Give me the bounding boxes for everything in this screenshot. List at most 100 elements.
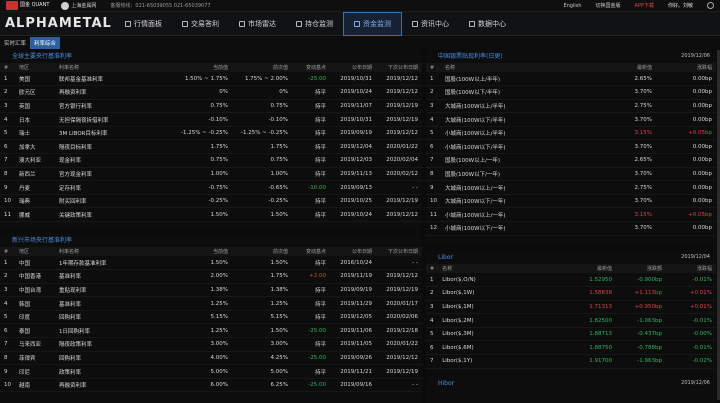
libor-panel: Libor 2019/12/04 # 名称 最新值 涨跌额 涨跌幅 1 Libor($,O/… — [426, 251, 716, 373]
table-cell: -25.00 — [292, 378, 330, 393]
table-row[interactable]: 2 国股(100W以下/半年) 3.70% 0.00bp — [426, 85, 716, 100]
table-cell: 持平 — [292, 85, 330, 100]
table-row[interactable]: 11 挪威 关键政策利率 1.50% 1.50% 持平 2019/10/24 2019/12/… — [0, 207, 422, 223]
table-row[interactable]: 3 中国台湾 重贴现利率 1.38% 1.38% 持平 2019/09/19 2019/12/… — [0, 283, 422, 298]
subtab[interactable]: 实时汇率 — [0, 37, 30, 49]
table-row[interactable]: 9 印尼 政策利率 5.00% 5.00% 持平 2019/11/21 2019/12/19 — [0, 364, 422, 379]
table-row[interactable]: 1 中国 1年期存款基准利率 1.50% 1.50% 持平 2016/10/24- - — [0, 256, 422, 271]
nav-item[interactable]: 数据中心 — [459, 12, 516, 36]
table-row[interactable]: 6 加拿大 隔夜目标利率 1.75% 1.75% 持平 2019/12/04 2020/01/… — [0, 139, 422, 155]
table-row[interactable]: 4 韩国 基准利率 1.25% 1.25% 持平 2019/11/29 2020/01/17 — [0, 296, 422, 311]
table-row[interactable]: 6 小城商(100W以下/半年) 3.70% 0.00bp — [426, 139, 716, 155]
column-header[interactable]: 名称 — [438, 264, 566, 273]
table-row[interactable]: 11 小城商(100W以上/一年) 3.15% +0.05bp — [426, 207, 716, 223]
table-row[interactable]: 5 小城商(100W以上/半年) 3.15% +0.05bp — [426, 126, 716, 141]
nav-item[interactable]: 交易答利 — [172, 12, 229, 36]
table-row[interactable]: 8 新西兰 官方现金利率 1.00% 1.00% 持平 2019/11/13 2020/02/… — [0, 167, 422, 182]
table-row[interactable]: 5 印度 回购利率 5.15% 5.15% 持平 2019/12/05 2020/02/06 — [0, 310, 422, 325]
nav-item[interactable]: 市场雷达 — [229, 12, 286, 36]
table-row[interactable]: 1 美国 联邦基金基准利率 1.50% ~ 1.75% 1.75% ~ 2.00% -25… — [0, 72, 422, 87]
table-cell: 1.25% — [232, 296, 292, 311]
column-header[interactable]: 前次值 — [232, 247, 292, 256]
money-icon — [354, 20, 360, 27]
column-header[interactable]: 涨跌幅 — [656, 63, 716, 72]
column-header[interactable]: 最新值 — [566, 264, 616, 273]
table-row[interactable]: 7 国股(100W以上/一年) 2.65% 0.00bp — [426, 153, 716, 168]
column-header[interactable]: 利率名称 — [55, 247, 172, 256]
table-row[interactable]: 12 小城商(100W以下/一年) 3.70% 0.00bp — [426, 221, 716, 236]
column-header[interactable]: # — [0, 247, 15, 256]
table-row[interactable]: 5 瑞士 3M LIBOR目标利率 -1.25% ~ -0.25% -1.25% ~ -… — [0, 126, 422, 141]
table-cell: 6 — [0, 323, 15, 339]
table-row[interactable]: 3 Libor($,1M) 1.71313 +0.950bp +0.01% — [426, 300, 716, 315]
table-row[interactable]: 5 Libor($,3M) 1.88713 -0.437bp -0.00% — [426, 327, 716, 342]
table-row[interactable]: 2 欧元区 再融资利率 0% 0% 持平 2019/10/24 2019/12/12 — [0, 85, 422, 100]
language-switch[interactable]: English — [563, 3, 581, 9]
table-cell: +0.01% — [666, 300, 716, 315]
table-row[interactable]: 8 国股(100W以下/一年) 3.70% 0.00bp — [426, 167, 716, 182]
table-cell: 11 — [426, 207, 441, 223]
table-row[interactable]: 10 瑞典 附买回利率 -0.25% -0.25% 持平 2019/10/25 2019/12… — [0, 194, 422, 209]
table-cell: 丹麦 — [15, 180, 55, 195]
table-row[interactable]: 4 大城商(100W以下/半年) 3.70% 0.00bp — [426, 112, 716, 127]
subtab[interactable]: 利率综合 — [30, 37, 61, 49]
column-header[interactable]: 最新值 — [606, 63, 656, 72]
table-row[interactable]: 7 澳大利亚 现金利率 0.75% 0.75% 持平 2019/12/03 2020/02/0… — [0, 153, 422, 168]
column-header[interactable]: 涨跌幅 — [666, 264, 716, 273]
column-header[interactable]: 当前值 — [172, 247, 232, 256]
column-header[interactable]: 利率名称 — [55, 63, 172, 72]
table-row[interactable]: 2 Libor($,1W) 1.58838 +1.113bp +0.01% — [426, 286, 716, 301]
app-download-link[interactable]: APP下载 — [635, 2, 654, 9]
table-row[interactable]: 2 中国香港 基准利率 2.00% 1.75% +2.00 2019/11/19 2019/1… — [0, 269, 422, 284]
column-header[interactable]: 下次公布日期 — [376, 247, 422, 256]
column-header[interactable]: # — [0, 63, 15, 72]
hibor-panel: Hibor 2019/12/06 — [426, 377, 716, 403]
column-header[interactable]: # — [426, 63, 441, 72]
column-header[interactable]: 变动基点 — [292, 247, 330, 256]
table-row[interactable]: 9 丹麦 定存利率 -0.75% -0.65% -10.00 2019/09/13- - — [0, 180, 422, 195]
column-header[interactable]: 地区 — [15, 247, 55, 256]
table-row[interactable]: 6 泰国 1日回购利率 1.25% 1.50% -25.00 2019/11/06 2019/… — [0, 323, 422, 339]
guojin-logo[interactable]: 国金 QUANT — [6, 1, 49, 10]
nav-item[interactable]: 资讯中心 — [402, 12, 459, 36]
column-header[interactable]: 公布日期 — [330, 63, 376, 72]
column-header[interactable]: 变动基点 — [292, 63, 330, 72]
table-cell: 2019/12/05 — [330, 310, 376, 325]
table-cell: 持平 — [292, 194, 330, 209]
table-cell: 重贴现利率 — [55, 283, 172, 298]
table-row[interactable]: 9 大城商(100W以上/一年) 2.75% 0.00bp — [426, 180, 716, 195]
table-row[interactable]: 4 日本 无担保隔夜拆借利率 -0.10% -0.10% 持平 2019/10/31 2019… — [0, 112, 422, 127]
table-row[interactable]: 1 Libor($,O/N) 1.52950 -0.900bp -0.01% — [426, 273, 716, 288]
column-header[interactable]: 下次公布日期 — [376, 63, 422, 72]
table-cell: 持平 — [292, 296, 330, 311]
table-row[interactable]: 1 国股(100W以上/半年) 2.65% 0.00bp — [426, 72, 716, 87]
table-cell: 挪威 — [15, 207, 55, 223]
table-row[interactable]: 7 Libor($,1Y) 1.91700 -1.963bp -0.02% — [426, 354, 716, 369]
smm-logo[interactable]: 上海金属网 — [61, 1, 96, 10]
table-row[interactable]: 4 Libor($,2M) 1.82500 -1.063bp -0.01% — [426, 313, 716, 328]
table-row[interactable]: 7 马来西亚 隔夜政策利率 3.00% 3.00% 持平 2019/11/05 2020/01… — [0, 337, 422, 352]
column-header[interactable]: 公布日期 — [330, 247, 376, 256]
nav-item[interactable]: 资金监测 — [343, 11, 402, 36]
table-row[interactable]: 10 大城商(100W以下/一年) 3.70% 0.00bp — [426, 194, 716, 209]
column-header[interactable]: # — [426, 264, 439, 273]
table-row[interactable]: 3 大城商(100W以上/半年) 2.75% 0.00bp — [426, 99, 716, 114]
switch-site-link[interactable]: 切换国金版 — [596, 2, 621, 9]
house-icon — [296, 20, 302, 27]
nav-item[interactable]: 持仓监测 — [286, 12, 343, 36]
table-cell: -0.25% — [172, 194, 232, 209]
brand-logo[interactable]: ALPHAMETAL — [5, 16, 115, 31]
nav-item[interactable]: 行情面板 — [115, 12, 172, 36]
user-greeting[interactable]: 你好。刘敏 — [668, 2, 693, 9]
table-row[interactable]: 3 英国 官方银行利率 0.75% 0.75% 持平 2019/11/07 2019/12/1… — [0, 99, 422, 114]
table-row[interactable]: 8 菲律宾 回购利率 4.00% 4.25% -25.00 2019/09/26 2019/1… — [0, 351, 422, 366]
table-row[interactable]: 6 Libor($,6M) 1.88750 -0.788bp -0.01% — [426, 340, 716, 356]
column-header[interactable]: 前次值 — [232, 63, 292, 72]
column-header[interactable]: 名称 — [441, 63, 606, 72]
gear-icon[interactable] — [707, 2, 714, 9]
column-header[interactable]: 当前值 — [172, 63, 232, 72]
table-cell: 2019/11/19 — [330, 269, 376, 284]
table-row[interactable]: 10 越南 再融资利率 6.00% 6.25% -25.00 2019/09/16- - — [0, 378, 422, 393]
column-header[interactable]: 涨跌额 — [616, 264, 666, 273]
column-header[interactable]: 地区 — [15, 63, 55, 72]
